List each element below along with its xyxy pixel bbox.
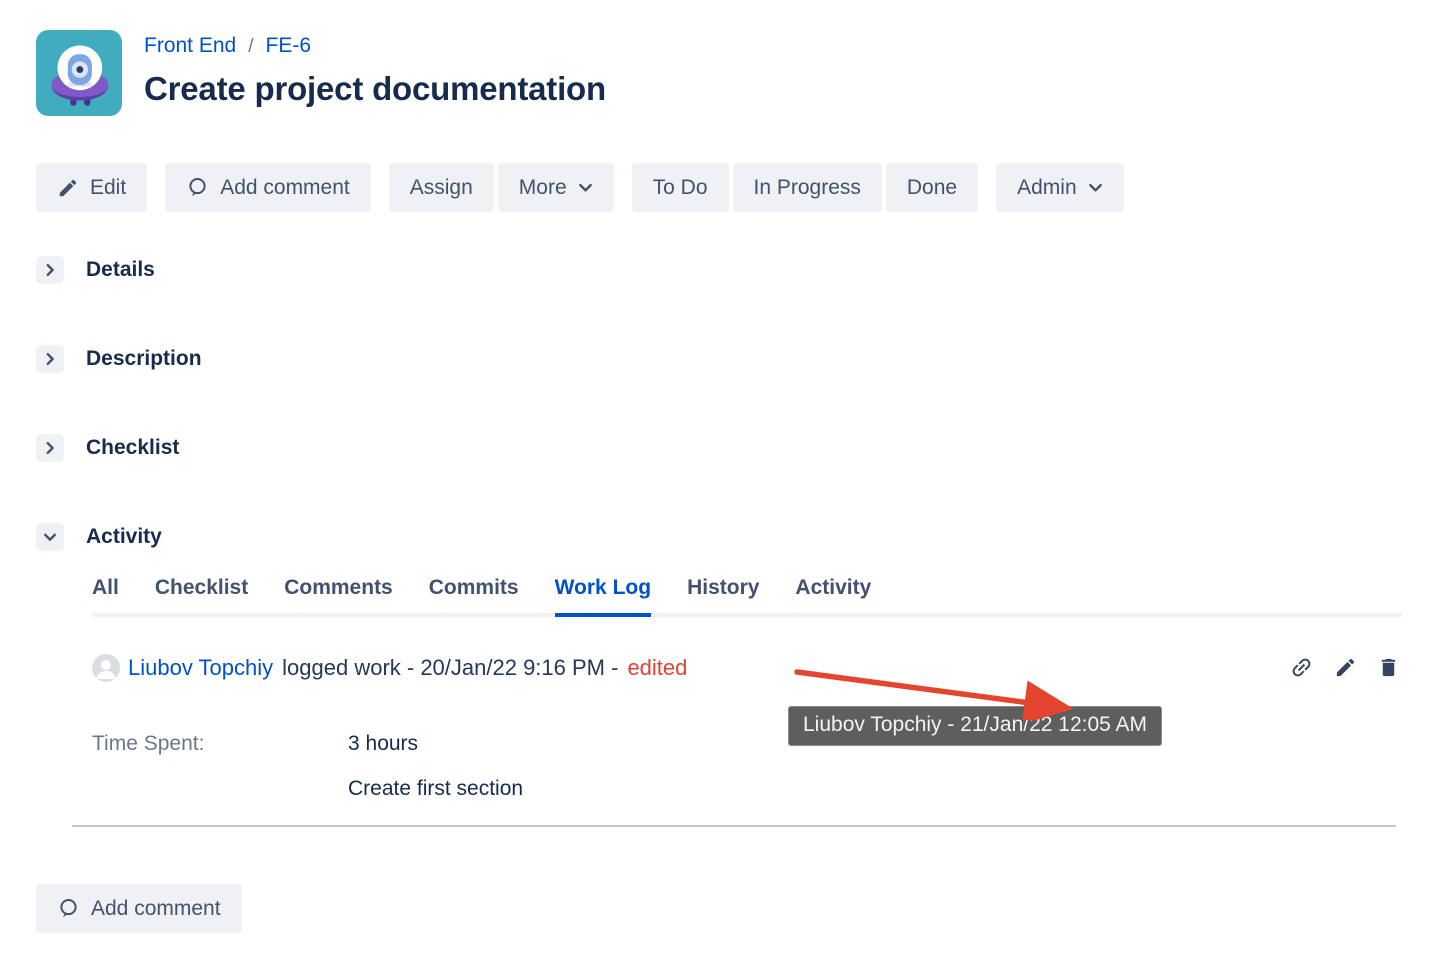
tab-work-log[interactable]: Work Log: [555, 576, 651, 617]
activity-section-title: Activity: [86, 525, 162, 549]
worklog-details: Time Spent: 3 hours Create first section: [92, 732, 1402, 801]
activity-collapse-button[interactable]: [36, 523, 64, 551]
worklog-comment-text: Create first section: [348, 777, 523, 801]
description-expand-button[interactable]: [36, 345, 64, 373]
section-details: Details: [36, 256, 1402, 284]
activity-tabs: All Checklist Comments Commits Work Log …: [92, 576, 1402, 617]
project-avatar-icon[interactable]: [36, 30, 122, 116]
worklog-author-link[interactable]: Liubov Topchiy: [128, 655, 273, 681]
chevron-down-icon: [578, 180, 593, 195]
worklog-permalink-button[interactable]: [1287, 653, 1316, 682]
admin-button[interactable]: Admin: [996, 163, 1124, 212]
breadcrumb-project-link[interactable]: Front End: [144, 34, 236, 58]
chevron-right-icon: [43, 263, 57, 277]
worklog-action-text: logged work - 20/Jan/22 9:16 PM -: [282, 655, 618, 681]
chevron-right-icon: [43, 441, 57, 455]
more-button-label: More: [519, 176, 567, 200]
tab-checklist[interactable]: Checklist: [155, 576, 248, 617]
issue-header: Front End / FE-6 Create project document…: [36, 30, 1402, 116]
assign-button[interactable]: Assign: [389, 163, 494, 212]
tab-activity[interactable]: Activity: [795, 576, 871, 617]
issue-page: Front End / FE-6 Create project document…: [0, 0, 1438, 978]
admin-button-label: Admin: [1017, 176, 1077, 200]
chevron-right-icon: [43, 352, 57, 366]
breadcrumb-separator: /: [248, 36, 253, 58]
edited-tooltip: Liubov Topchiy - 21/Jan/22 12:05 AM: [788, 706, 1162, 746]
add-comment-button-label: Add comment: [220, 176, 350, 200]
link-icon: [1284, 650, 1319, 685]
tab-comments[interactable]: Comments: [284, 576, 393, 617]
worklog-divider: [72, 825, 1396, 827]
inprogress-button-label: In Progress: [754, 176, 861, 200]
trash-icon: [1377, 656, 1400, 679]
tab-commits[interactable]: Commits: [429, 576, 519, 617]
breadcrumb-issue-link[interactable]: FE-6: [266, 34, 312, 58]
checklist-expand-button[interactable]: [36, 434, 64, 462]
worklog-entry-header: Liubov Topchiy logged work - 20/Jan/22 9…: [92, 653, 1402, 682]
edit-button[interactable]: Edit: [36, 163, 147, 212]
section-checklist: Checklist: [36, 434, 1402, 462]
user-avatar[interactable]: [92, 654, 120, 682]
chevron-down-icon: [1088, 180, 1103, 195]
add-comment-footer-label: Add comment: [91, 897, 221, 921]
worklog-comment-spacer: [92, 777, 348, 801]
details-section-title: Details: [86, 258, 155, 282]
comment-bubble-icon: [57, 897, 80, 920]
more-button[interactable]: More: [498, 163, 614, 212]
checklist-section-title: Checklist: [86, 436, 179, 460]
assign-button-label: Assign: [410, 176, 473, 200]
add-comment-footer-button[interactable]: Add comment: [36, 884, 242, 933]
section-activity: Activity: [36, 523, 1402, 551]
tab-history[interactable]: History: [687, 576, 759, 617]
worklog-actions: [1287, 653, 1402, 682]
worklog-edited-label[interactable]: edited: [627, 655, 687, 681]
worklog-edit-button[interactable]: [1332, 654, 1359, 681]
toolbar: Edit Add comment Assign More To Do In Pr…: [36, 163, 1402, 212]
comment-bubble-icon: [186, 176, 209, 199]
pencil-icon: [1334, 656, 1357, 679]
time-spent-value: 3 hours: [348, 732, 418, 756]
tab-all[interactable]: All: [92, 576, 119, 617]
description-section-title: Description: [86, 347, 202, 371]
transition-inprogress-button[interactable]: In Progress: [733, 163, 882, 212]
transition-todo-button[interactable]: To Do: [632, 163, 729, 212]
person-icon: [92, 654, 120, 682]
todo-button-label: To Do: [653, 176, 708, 200]
chevron-down-icon: [43, 530, 57, 544]
section-description: Description: [36, 345, 1402, 373]
edit-button-label: Edit: [90, 176, 126, 200]
activity-body: All Checklist Comments Commits Work Log …: [92, 576, 1402, 801]
pencil-icon: [57, 177, 79, 199]
worklog-comment-row: Create first section: [92, 777, 1402, 801]
issue-title: Create project documentation: [144, 70, 606, 108]
worklog-delete-button[interactable]: [1375, 654, 1402, 681]
bottom-bar: Add comment: [36, 884, 1402, 933]
transition-done-button[interactable]: Done: [886, 163, 978, 212]
add-comment-button[interactable]: Add comment: [165, 163, 371, 212]
done-button-label: Done: [907, 176, 957, 200]
header-text: Front End / FE-6 Create project document…: [144, 30, 606, 108]
time-spent-row: Time Spent: 3 hours: [92, 732, 1402, 756]
breadcrumb: Front End / FE-6: [144, 34, 606, 58]
time-spent-label: Time Spent:: [92, 732, 348, 756]
details-expand-button[interactable]: [36, 256, 64, 284]
